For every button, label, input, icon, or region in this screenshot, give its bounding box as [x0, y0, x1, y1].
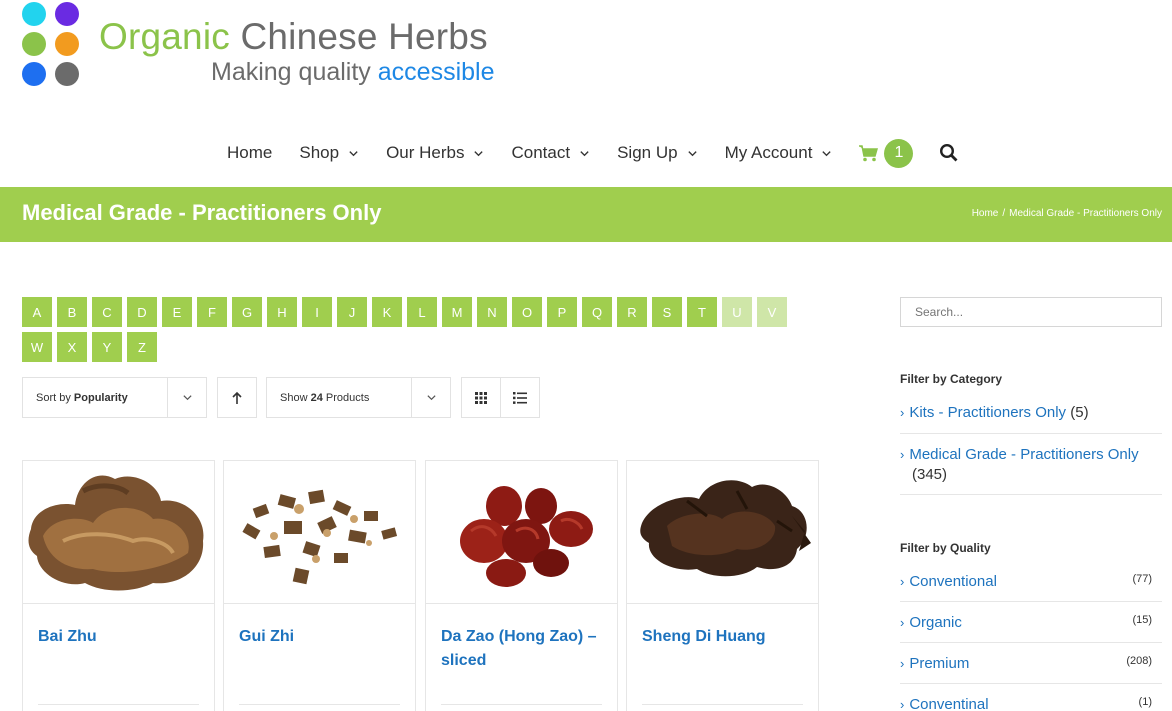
letter-filter-f[interactable]: F	[197, 297, 227, 327]
cart-count-badge: 1	[884, 138, 914, 168]
letter-filter-k[interactable]: K	[372, 297, 402, 327]
logo-title: Organic Chinese Herbs	[99, 16, 488, 57]
grid-view-button[interactable]	[461, 377, 501, 418]
letter-filter-n[interactable]: N	[477, 297, 507, 327]
letter-filter-z[interactable]: Z	[127, 332, 157, 362]
show-count-select[interactable]: Show 24 Products	[266, 377, 451, 418]
product-name[interactable]: Gui Zhi	[239, 625, 404, 649]
letter-filter-q[interactable]: Q	[582, 297, 612, 327]
list-view-button[interactable]	[500, 377, 540, 418]
nav-contact[interactable]: Contact	[511, 143, 590, 163]
filter-category-item[interactable]: › Medical Grade - Practitioners Only (345)	[900, 445, 1162, 495]
chevron-right-icon: ›	[900, 656, 905, 671]
product-name[interactable]: Bai Zhu	[38, 625, 203, 649]
cart-button[interactable]: 1	[859, 138, 914, 168]
filter-quality-item[interactable]: › Conventional (77)	[900, 573, 1162, 602]
search-icon[interactable]	[939, 143, 959, 163]
chevron-down-icon	[687, 150, 697, 156]
letter-filter-v[interactable]: V	[757, 297, 787, 327]
chevron-right-icon: ›	[900, 447, 905, 462]
filter-quality-item[interactable]: › Organic (15)	[900, 614, 1162, 643]
main-nav: Home Shop Our Herbs Contact Sign Up My A…	[227, 138, 959, 168]
letter-filter-w[interactable]: W	[22, 332, 52, 362]
nav-shop[interactable]: Shop	[299, 143, 359, 163]
product-image[interactable]	[426, 461, 617, 604]
filter-quality-item[interactable]: › Premium (208)	[900, 655, 1162, 684]
chevron-right-icon: ›	[900, 574, 905, 589]
filter-category-heading: Filter by Category	[900, 372, 1003, 386]
card-divider	[239, 704, 400, 705]
letter-filter-s[interactable]: S	[652, 297, 682, 327]
letter-filter-b[interactable]: B	[57, 297, 87, 327]
letter-filter-h[interactable]: H	[267, 297, 297, 327]
card-divider	[441, 704, 602, 705]
product-card[interactable]: Bai Zhu	[22, 460, 215, 711]
letter-filter-m[interactable]: M	[442, 297, 472, 327]
site-logo[interactable]: Organic Chinese Herbs Making quality acc…	[22, 2, 512, 92]
sidebar-search-input[interactable]	[900, 297, 1162, 327]
product-name[interactable]: Sheng Di Huang	[642, 625, 807, 649]
letter-filter-y[interactable]: Y	[92, 332, 122, 362]
letter-filter-a[interactable]: A	[22, 297, 52, 327]
nav-sign-up[interactable]: Sign Up	[617, 143, 697, 163]
product-card[interactable]: Gui Zhi	[223, 460, 416, 711]
letter-filter-l[interactable]: L	[407, 297, 437, 327]
product-image[interactable]	[627, 461, 818, 604]
chevron-down-icon	[167, 378, 206, 417]
sort-direction-button[interactable]	[217, 377, 257, 418]
page-title-bar: Medical Grade - Practitioners Only Home /…	[0, 187, 1172, 242]
chevron-down-icon	[474, 150, 484, 156]
filter-quality-heading: Filter by Quality	[900, 541, 991, 555]
product-card[interactable]: Sheng Di Huang	[626, 460, 819, 711]
card-divider	[38, 704, 199, 705]
nav-my-account[interactable]: My Account	[725, 143, 833, 163]
logo-dots	[22, 2, 82, 88]
product-image[interactable]	[23, 461, 214, 604]
sort-by-select[interactable]: Sort by Popularity	[22, 377, 207, 418]
card-divider	[642, 704, 803, 705]
letter-filter-g[interactable]: G	[232, 297, 262, 327]
nav-home[interactable]: Home	[227, 143, 272, 163]
letter-filter-p[interactable]: P	[547, 297, 577, 327]
letter-filter-r[interactable]: R	[617, 297, 647, 327]
chevron-down-icon	[349, 150, 358, 156]
letter-filter-j[interactable]: J	[337, 297, 367, 327]
breadcrumb-home[interactable]: Home	[972, 208, 999, 219]
breadcrumb-current: Medical Grade - Practitioners Only	[1009, 208, 1162, 219]
chevron-right-icon: ›	[900, 405, 905, 420]
letter-filter-d[interactable]: D	[127, 297, 157, 327]
filter-category-item[interactable]: › Kits - Practitioners Only (5)	[900, 404, 1162, 434]
grid-icon	[475, 391, 487, 404]
letter-filter-o[interactable]: O	[512, 297, 542, 327]
letter-filter-e[interactable]: E	[162, 297, 192, 327]
list-icon	[513, 391, 527, 404]
product-card[interactable]: Da Zao (Hong Zao) – sliced	[425, 460, 618, 711]
letter-filter-i[interactable]: I	[302, 297, 332, 327]
logo-tagline: Making quality accessible	[211, 58, 495, 86]
letter-filter-u[interactable]: U	[722, 297, 752, 327]
breadcrumb: Home / Medical Grade - Practitioners Only	[971, 208, 1162, 219]
chevron-right-icon: ›	[900, 615, 905, 630]
filter-quality-item[interactable]: › Conventinal (1)	[900, 696, 1162, 711]
page-title: Medical Grade - Practitioners Only	[22, 200, 382, 225]
arrow-up-icon	[232, 391, 242, 404]
product-image[interactable]	[224, 461, 415, 604]
chevron-down-icon	[822, 150, 832, 156]
chevron-right-icon: ›	[900, 697, 905, 711]
letter-filter-t[interactable]: T	[687, 297, 717, 327]
chevron-down-icon	[411, 378, 450, 417]
nav-our-herbs[interactable]: Our Herbs	[386, 143, 484, 163]
letter-filter-x[interactable]: X	[57, 332, 87, 362]
letter-filter-c[interactable]: C	[92, 297, 122, 327]
cart-icon	[859, 144, 879, 161]
product-name[interactable]: Da Zao (Hong Zao) – sliced	[441, 625, 606, 673]
chevron-down-icon	[580, 150, 589, 156]
